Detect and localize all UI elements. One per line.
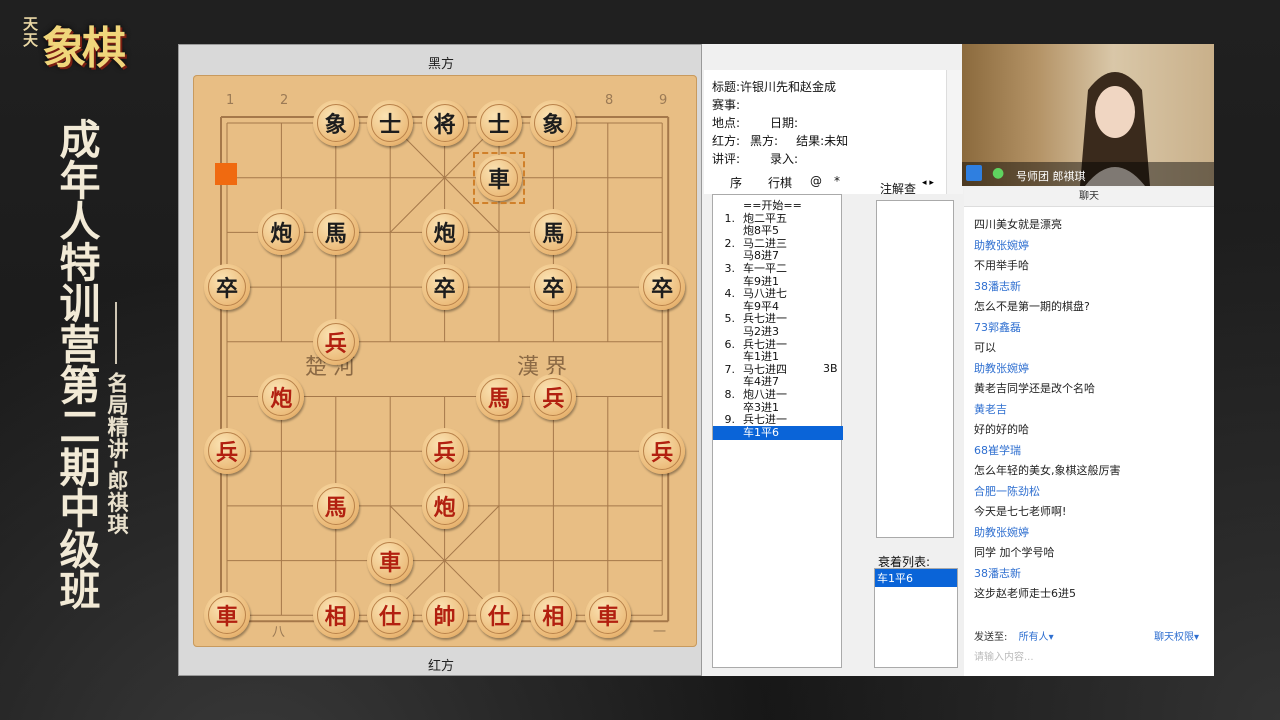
event-label: 赛事: — [712, 98, 741, 112]
col-at[interactable]: @ — [810, 174, 822, 188]
notes-box[interactable] — [876, 200, 954, 538]
chat-message: 不用举手哈 — [974, 259, 1029, 272]
last-move-marker — [215, 163, 237, 185]
red-piece[interactable]: 兵 — [204, 428, 250, 475]
chat-sender[interactable]: 合肥一陈劲松 — [974, 483, 1040, 499]
result-value: 未知 — [824, 134, 849, 148]
chat-input[interactable]: 请输入内容... — [974, 648, 1034, 663]
black-piece[interactable]: 卒 — [204, 264, 250, 311]
chat-title: 聊天 — [964, 188, 1214, 207]
red-piece[interactable]: 兵 — [312, 318, 359, 365]
chat-message: 可以 — [974, 341, 996, 354]
black-piece[interactable]: 士 — [476, 100, 522, 146]
board-panel: 黑方 1 2 8 9 八 一 楚河 漢界 象士将士象車炮馬炮馬卒卒卒卒兵炮馬兵兵… — [178, 44, 702, 676]
selection-frame — [473, 151, 525, 204]
red-piece[interactable]: 炮 — [258, 373, 305, 420]
chat-sender[interactable]: 助教张婉婷 — [974, 237, 1029, 253]
red-label: 红方: — [712, 134, 741, 148]
chat-message: 四川美女就是漂亮 — [974, 218, 1062, 231]
black-label: 黑方: — [750, 134, 779, 148]
watch-list[interactable]: 车1平6 — [874, 568, 958, 668]
black-piece[interactable]: 象 — [312, 100, 359, 146]
send-to-select[interactable]: 所有人 — [1019, 632, 1049, 643]
mic-icon[interactable]: ● — [992, 165, 1004, 181]
coord-top-8: 8 — [605, 93, 614, 108]
col-moves: 行棋 — [768, 176, 793, 190]
place-label: 地点: — [712, 116, 741, 130]
entry-label: 录入: — [770, 152, 799, 166]
red-piece[interactable]: 帥 — [421, 592, 468, 639]
course-subtitle: 名局精讲-郎祺琪 — [105, 372, 130, 536]
date-label: 日期: — [770, 116, 799, 130]
chat-permission-button[interactable]: 聊天权限▾ — [1154, 628, 1199, 643]
info-scrollbar[interactable] — [946, 70, 963, 194]
chat-footer: 发送至: 所有人▾ 聊天权限▾ — [974, 628, 1199, 643]
red-piece[interactable]: 兵 — [421, 428, 468, 475]
chat-message: 好的好的哈 — [974, 423, 1029, 436]
black-piece[interactable]: 馬 — [312, 209, 359, 256]
chat-sender[interactable]: 68崔学瑞 — [974, 442, 1021, 458]
move-row[interactable]: 车1平6 — [713, 425, 843, 440]
red-side-label: 红方 — [427, 659, 454, 674]
red-piece[interactable]: 車 — [584, 592, 631, 639]
chat-message: 这步赵老师走士6进5 — [974, 587, 1076, 600]
black-piece[interactable]: 炮 — [421, 209, 468, 256]
red-piece[interactable]: 車 — [367, 537, 414, 584]
col-star[interactable]: * — [834, 174, 840, 188]
black-piece[interactable]: 士 — [367, 100, 414, 146]
notes-header: 注解查 — [880, 182, 917, 196]
col-seq: 序 — [730, 176, 743, 190]
black-side-label: 黑方 — [427, 57, 454, 72]
chat-sender[interactable]: 黄老吉 — [974, 401, 1007, 417]
chat-sender[interactable]: 73郭鑫磊 — [974, 319, 1021, 335]
logo-small-text: 天天 — [21, 16, 39, 48]
move-text: 车1平6 — [743, 425, 779, 439]
result-label: 结果: — [796, 134, 825, 148]
app-logo: 天天 象棋 — [14, 8, 164, 103]
chat-sender[interactable]: 助教张婉婷 — [974, 524, 1029, 540]
chat-sender[interactable]: 助教张婉婷 — [974, 360, 1029, 376]
chat-message: 怎么不是第一期的棋盘? — [974, 300, 1090, 313]
red-piece[interactable]: 馬 — [476, 373, 522, 420]
red-piece[interactable]: 相 — [312, 592, 359, 639]
notes-tab-arrows[interactable]: ◂ ▸ — [922, 178, 952, 194]
coord-top-2: 2 — [280, 93, 289, 108]
comment-label: 讲评: — [712, 152, 741, 166]
video-user-name: 号师团 郎祺琪 — [1016, 170, 1086, 183]
user-icon — [966, 165, 982, 181]
title-value: 许银川先和赵金成 — [740, 80, 837, 94]
logo-big-text: 象棋 — [42, 23, 126, 74]
subtitle-divider — [115, 302, 117, 364]
chat-sender[interactable]: 38潘志新 — [974, 565, 1021, 581]
red-piece[interactable]: 車 — [204, 592, 250, 639]
chat-message: 同学 加个学号哈 — [974, 546, 1055, 559]
coord-bottom-1: 一 — [653, 625, 667, 640]
coord-top-1: 1 — [226, 93, 235, 108]
moves-header: 序 行棋 @ * — [710, 174, 860, 196]
red-piece[interactable]: 仕 — [476, 592, 522, 639]
chess-board[interactable]: 1 2 8 9 八 一 楚河 漢界 象士将士象車炮馬炮馬卒卒卒卒兵炮馬兵兵兵兵馬… — [193, 75, 697, 647]
watch-list-item[interactable]: 车1平6 — [875, 569, 957, 587]
coord-bottom-8: 八 — [272, 625, 286, 640]
black-piece[interactable]: 卒 — [639, 264, 686, 311]
coord-top-9: 9 — [659, 93, 668, 108]
chat-panel: 聊天 四川美女就是漂亮 助教张婉婷 不用举手哈 38潘志新 怎么不是第一期的棋盘? 73郭… — [964, 188, 1214, 676]
chat-message: 今天是七七老师啊! — [974, 505, 1067, 518]
moves-list[interactable]: 3B ==开始== 1. 炮二平五 炮8平5 2. 马二进三 马8进7 3. 车一平二 车9进1 4… — [712, 194, 843, 668]
black-piece[interactable]: 将 — [421, 100, 468, 146]
red-piece[interactable]: 炮 — [421, 482, 468, 529]
black-piece[interactable]: 卒 — [421, 264, 468, 311]
red-piece[interactable]: 兵 — [530, 373, 577, 420]
send-to-label: 发送至: — [974, 632, 1008, 643]
board-grid — [220, 116, 670, 623]
course-title: 成年人特训营第二期中级班 — [52, 118, 100, 610]
red-piece[interactable]: 馬 — [312, 482, 359, 529]
chat-message: 黄老吉同学还是改个名哈 — [974, 382, 1095, 395]
video-user-bar: ● 号师团 郎祺琪 — [962, 162, 1214, 186]
chat-message: 怎么年轻的美女,象棋这般厉害 — [974, 464, 1121, 477]
chevron-down-icon[interactable]: ▾ — [1049, 632, 1054, 643]
title-label: 标题: — [712, 80, 741, 94]
chat-sender[interactable]: 38潘志新 — [974, 278, 1021, 294]
